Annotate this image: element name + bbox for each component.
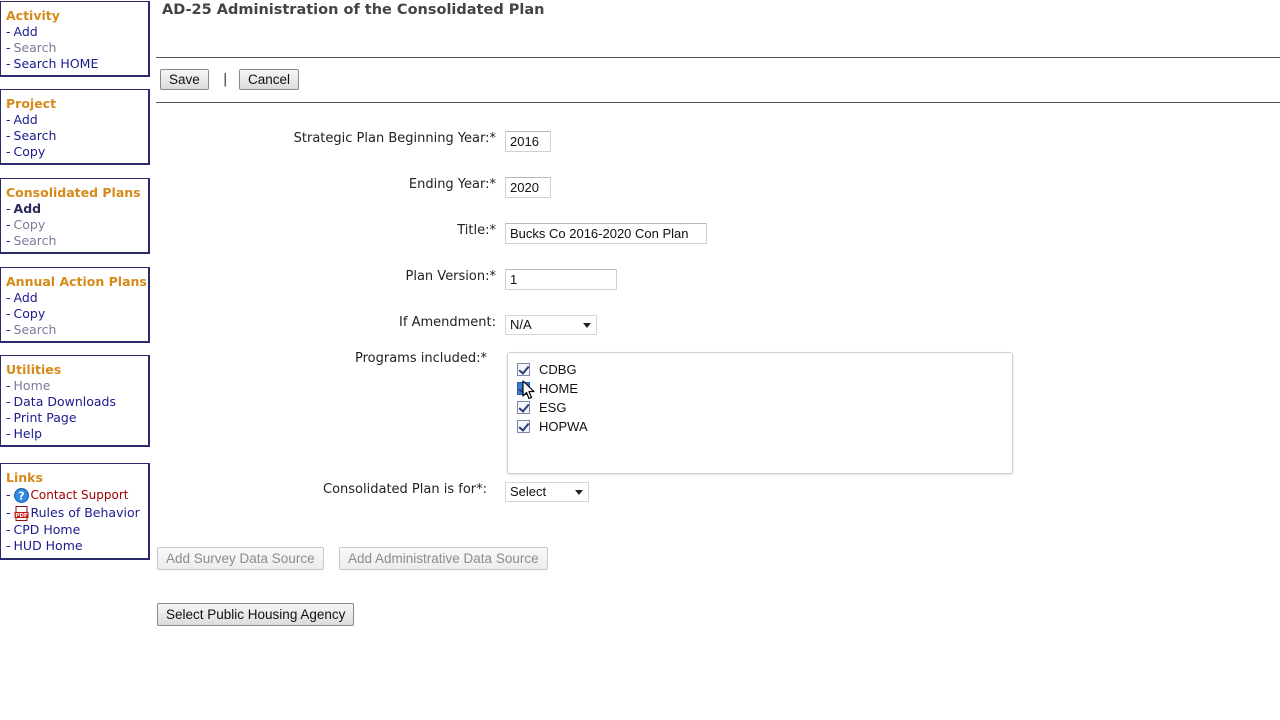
- help-circle-icon: ?: [13, 487, 29, 503]
- add-survey-data-source-button[interactable]: Add Survey Data Source: [157, 547, 324, 570]
- program-hopwa-checkbox[interactable]: [517, 419, 530, 433]
- title-label: Title:*: [457, 223, 496, 238]
- svg-text:?: ?: [18, 489, 24, 502]
- chevron-down-icon: [583, 323, 591, 328]
- plan-version-label: Plan Version:*: [405, 269, 496, 284]
- begin-year-field[interactable]: 2016: [505, 131, 551, 152]
- amendment-label: If Amendment:: [399, 315, 496, 330]
- top-divider: [156, 57, 1280, 58]
- links-menu: Links - ? Contact Support - PDF Rules of…: [0, 463, 150, 560]
- consolidated-plans-heading: Consolidated Plans: [6, 185, 141, 200]
- plan-for-select-value: Select: [510, 484, 547, 499]
- activity-add-link[interactable]: - Add: [6, 24, 148, 40]
- annual-search-link[interactable]: - Search: [6, 322, 148, 338]
- program-hopwa[interactable]: HOPWA: [517, 418, 588, 434]
- pdf-icon: PDF: [14, 505, 29, 521]
- annual-add-link[interactable]: - Add: [6, 290, 148, 306]
- utilities-home-link[interactable]: - Home: [6, 378, 148, 394]
- select-public-housing-agency-button[interactable]: Select Public Housing Agency: [157, 603, 355, 626]
- contact-support-link[interactable]: - ? Contact Support: [6, 486, 148, 504]
- amendment-select[interactable]: N/A: [505, 315, 597, 335]
- plan-for-select[interactable]: Select: [505, 482, 589, 502]
- page-title: AD-25 Administration of the Consolidated…: [162, 2, 545, 18]
- annual-action-plans-heading: Annual Action Plans: [6, 274, 147, 289]
- end-year-field[interactable]: 2020: [505, 177, 551, 198]
- consolidated-add-link[interactable]: - Add: [6, 201, 148, 217]
- chevron-down-icon: [575, 490, 583, 495]
- consolidated-plans-menu: Consolidated Plans - Add - Copy - Search: [0, 178, 150, 254]
- project-search-link[interactable]: - Search: [6, 128, 148, 144]
- activity-search-link[interactable]: - Search: [6, 40, 148, 56]
- program-cdbg-checkbox[interactable]: [517, 362, 530, 376]
- utilities-menu: Utilities - Home - Data Downloads - Print P…: [0, 355, 150, 447]
- project-add-link[interactable]: - Add: [6, 112, 148, 128]
- utilities-print-page-link[interactable]: - Print Page: [6, 410, 148, 426]
- consolidated-search-link[interactable]: - Search: [6, 233, 148, 249]
- toolbar-divider: [156, 102, 1280, 103]
- cancel-button[interactable]: Cancel: [239, 69, 300, 90]
- save-button[interactable]: Save: [160, 69, 209, 90]
- rules-of-behavior-link[interactable]: - PDF Rules of Behavior: [6, 504, 148, 522]
- amendment-select-value: N/A: [510, 317, 532, 332]
- hud-home-link[interactable]: - HUD Home: [6, 538, 148, 554]
- cpd-home-link[interactable]: - CPD Home: [6, 522, 148, 538]
- svg-text:PDF: PDF: [15, 513, 28, 519]
- programs-label: Programs included:*: [355, 351, 487, 366]
- project-heading: Project: [6, 96, 57, 111]
- program-esg[interactable]: ESG: [517, 399, 566, 415]
- begin-year-label: Strategic Plan Beginning Year:*: [293, 131, 496, 146]
- add-administrative-data-source-button[interactable]: Add Administrative Data Source: [339, 547, 548, 570]
- annual-copy-link[interactable]: - Copy: [6, 306, 148, 322]
- project-copy-link[interactable]: - Copy: [6, 144, 148, 160]
- plan-for-label: Consolidated Plan is for*:: [323, 482, 487, 497]
- end-year-label: Ending Year:*: [408, 177, 496, 192]
- activity-search-home-link[interactable]: - Search HOME: [6, 56, 148, 72]
- activity-heading: Activity: [6, 8, 60, 23]
- program-cdbg[interactable]: CDBG: [517, 361, 577, 377]
- utilities-data-downloads-link[interactable]: - Data Downloads: [6, 394, 148, 410]
- project-menu: Project - Add - Search - Copy: [0, 89, 150, 165]
- toolbar-separator: |: [223, 72, 228, 87]
- plan-version-field[interactable]: 1: [505, 269, 617, 290]
- annual-action-plans-menu: Annual Action Plans - Add - Copy - Search: [0, 267, 150, 343]
- title-field[interactable]: Bucks Co 2016-2020 Con Plan: [505, 223, 707, 244]
- links-heading: Links: [6, 470, 43, 485]
- program-esg-checkbox[interactable]: [517, 400, 530, 414]
- activity-menu: Activity - Add - Search - Search HOME: [0, 1, 150, 77]
- utilities-help-link[interactable]: - Help: [6, 426, 148, 442]
- utilities-heading: Utilities: [6, 362, 62, 377]
- consolidated-copy-link[interactable]: - Copy: [6, 217, 148, 233]
- mouse-pointer-icon: [522, 380, 535, 400]
- programs-listbox[interactable]: CDBG HOME ESG HOPWA: [507, 352, 1013, 474]
